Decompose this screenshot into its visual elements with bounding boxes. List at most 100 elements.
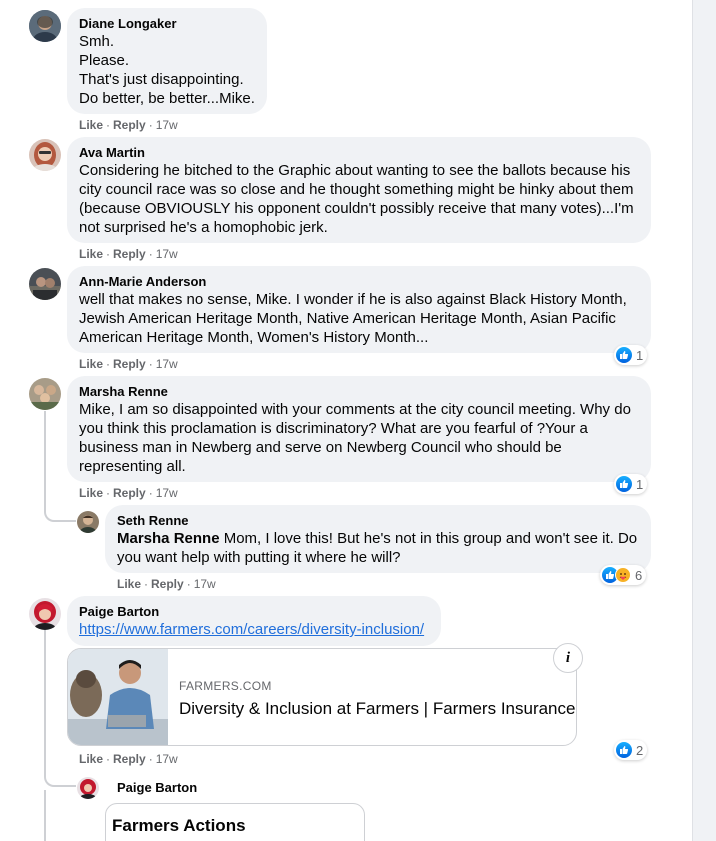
reaction-summary[interactable]: 6 [600,565,647,585]
avatar[interactable] [77,777,99,799]
shared-post-title: Farmers Actions [112,816,246,835]
thread-connector [44,500,76,522]
shared-post-card[interactable]: Farmers Actions [105,803,365,841]
thread-line [44,630,46,770]
comment-bubble: Paige Barton https://www.farmers.com/car… [67,596,441,646]
person-icon [29,378,61,410]
reply-button[interactable]: Reply [113,118,146,132]
comment-text: well that makes no sense, Mike. I wonder… [79,290,639,347]
comment-bubble: Diane Longaker Smh. Please. That's just … [67,8,267,114]
comment-line: business man in Newberg and serve on New… [79,439,562,456]
comment-actions: Like · Reply · 17w [79,118,178,132]
mention-link[interactable]: Marsha Renne [117,530,220,547]
comment-line: not surprised he's a homophobic jerk. [79,219,328,236]
reaction-summary[interactable]: 2 [614,740,648,760]
comment-line: That's just disappointing. [79,71,244,88]
timestamp[interactable]: 17w [156,247,178,261]
person-icon [29,10,61,42]
avatar[interactable] [29,378,61,410]
comment-author[interactable]: Marsha Renne [79,384,639,400]
reply-button[interactable]: Reply [113,752,146,766]
comment-line: you think this proclamation is discrimin… [79,420,588,437]
avatar[interactable] [29,139,61,171]
comment-line: (because OBVIOUSLY his opponent couldn't… [79,200,634,217]
comment-actions: Like · Reply · 17w [79,247,178,261]
reaction-count: 1 [636,347,644,363]
comment-bubble: Marsha Renne Mike, I am so disappointed … [67,376,651,482]
comment-line: Considering he bitched to the Graphic ab… [79,162,631,179]
thread-line [44,411,46,511]
reply-button[interactable]: Reply [113,486,146,500]
comment-line: Smh. [79,33,115,50]
like-button[interactable]: Like [79,118,103,132]
comment-line: Jewish American Heritage Month, Native A… [79,310,616,327]
reaction-summary[interactable]: 1 [614,345,648,365]
person-icon [29,139,61,171]
person-icon [29,598,61,630]
like-button[interactable]: Like [79,357,103,371]
like-reaction-icon [616,347,632,363]
thread-connector [44,765,76,787]
timestamp[interactable]: 17w [156,752,178,766]
timestamp[interactable]: 17w [194,577,216,591]
reply-button[interactable]: Reply [151,577,184,591]
reaction-summary[interactable]: 1 [614,474,648,494]
timestamp[interactable]: 17w [156,357,178,371]
comment-actions: Like · Reply · 17w [79,486,178,500]
comment-line: city council race was so close and he th… [79,181,634,198]
comment-text: Marsha Renne Mom, I love this! But he's … [117,529,639,567]
person-icon [77,511,99,533]
person-icon [77,777,99,799]
shared-link[interactable]: https://www.farmers.com/careers/diversit… [79,621,424,638]
avatar[interactable] [29,10,61,42]
avatar[interactable] [29,598,61,630]
info-icon[interactable]: i [553,643,583,673]
comment-line: Marsha Renne Mom, I love this! But he's … [117,529,639,548]
reply-button[interactable]: Reply [113,357,146,371]
comment-line: representing all. [79,458,186,475]
link-title[interactable]: Diversity & Inclusion at Farmers | Farme… [179,699,575,719]
comment-line-text: Mom, I love this! But he's not in this g… [219,530,638,547]
like-button[interactable]: Like [79,486,103,500]
comment-author[interactable]: Paige Barton [79,604,429,620]
comment-bubble: Seth Renne Marsha Renne Mom, I love this… [105,505,651,573]
reaction-count: 1 [636,476,644,492]
timestamp[interactable]: 17w [156,486,178,500]
like-reaction-icon [616,742,632,758]
reaction-count: 6 [635,567,643,583]
comment-author[interactable]: Ava Martin [79,145,639,161]
like-button[interactable]: Like [79,752,103,766]
comment-line: well that makes no sense, Mike. I wonder… [79,291,627,308]
comment-bubble: Ava Martin Considering he bitched to the… [67,137,651,243]
person-icon [29,268,61,300]
right-scroll-rail [692,0,716,841]
comment-actions: Like · Reply · 17w [117,577,216,591]
link-preview-image [68,649,168,745]
avatar[interactable] [29,268,61,300]
comment-author[interactable]: Seth Renne [117,513,639,529]
comment-text: Mike, I am so disappointed with your com… [79,400,639,476]
comment-actions: Like · Reply · 17w [79,357,178,371]
comment-author[interactable]: Ann-Marie Anderson [79,274,639,290]
comment-line: American Heritage Month, Women's History… [79,329,429,346]
like-button[interactable]: Like [79,247,103,261]
comment-author[interactable]: Diane Longaker [79,16,255,32]
timestamp[interactable]: 17w [156,118,178,132]
comment-bubble: Ann-Marie Anderson well that makes no se… [67,266,651,353]
comment-line: Please. [79,52,130,69]
comment-text: Considering he bitched to the Graphic ab… [79,161,639,237]
like-reaction-icon [616,476,632,492]
link-domain: FARMERS.COM [179,679,272,693]
link-preview-card[interactable]: FARMERS.COM Diversity & Inclusion at Far… [67,648,577,746]
like-button[interactable]: Like [117,577,141,591]
comment-author[interactable]: Paige Barton [117,780,197,796]
avatar[interactable] [77,511,99,533]
comment-text: Smh. Please. That's just disappointing. … [79,32,255,108]
reply-author-row: Paige Barton [117,780,197,796]
comment-line: Do better, be better...Mike. [79,90,255,107]
comment-line: you want help with putting it where he w… [117,549,401,566]
care-reaction-icon [615,567,631,583]
reply-button[interactable]: Reply [113,247,146,261]
comment-actions: Like · Reply · 17w [79,752,178,766]
thread-line [44,790,46,841]
